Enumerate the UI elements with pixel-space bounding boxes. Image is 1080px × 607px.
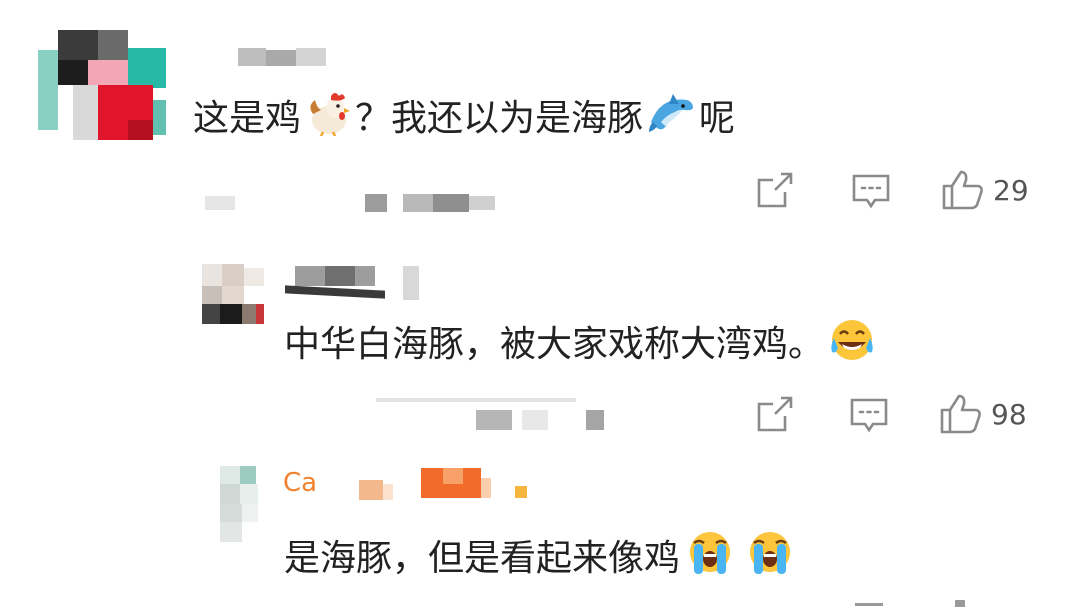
share-icon xyxy=(757,172,793,208)
comment-text: 是海豚，但是看起来像鸡 xyxy=(284,528,800,581)
like-count: 98 xyxy=(991,397,1027,431)
comment-actions: 98 xyxy=(755,392,1055,436)
username-text: Ca xyxy=(283,468,318,498)
share-icon xyxy=(757,396,793,432)
share-button[interactable] xyxy=(755,168,795,212)
like-icon xyxy=(942,170,983,210)
like-button[interactable]: 29 xyxy=(941,168,1029,212)
loudly-crying-emoji xyxy=(750,532,791,574)
like-count: 29 xyxy=(993,173,1029,207)
comment-meta xyxy=(205,194,505,212)
username[interactable] xyxy=(285,266,425,302)
username[interactable] xyxy=(238,48,338,66)
comment-icon xyxy=(852,174,890,209)
like-icon xyxy=(940,394,981,434)
rooster-emoji xyxy=(310,93,351,136)
comment-icon xyxy=(850,398,888,433)
comment-text: 中华白海豚，被大家戏称大湾鸡。 xyxy=(284,316,880,367)
comment-actions: 29 xyxy=(755,168,1055,212)
avatar[interactable] xyxy=(38,30,166,140)
tears-of-joy-emoji xyxy=(831,320,873,360)
share-button[interactable] xyxy=(755,392,795,436)
dolphin-emoji xyxy=(649,94,694,132)
avatar[interactable] xyxy=(202,264,264,324)
comment-meta xyxy=(372,398,612,432)
reply-button[interactable] xyxy=(849,392,889,436)
comment-actions xyxy=(855,600,975,607)
like-button[interactable]: 98 xyxy=(939,392,1027,436)
username[interactable]: Ca xyxy=(283,468,543,502)
reply-button[interactable] xyxy=(851,168,891,212)
loudly-crying-emoji xyxy=(690,532,731,574)
avatar[interactable] xyxy=(220,466,260,542)
share-icon[interactable] xyxy=(855,603,883,606)
like-icon[interactable] xyxy=(955,600,965,607)
comment-text: 这是鸡 ？我还以为是海豚 呢 xyxy=(193,92,735,141)
